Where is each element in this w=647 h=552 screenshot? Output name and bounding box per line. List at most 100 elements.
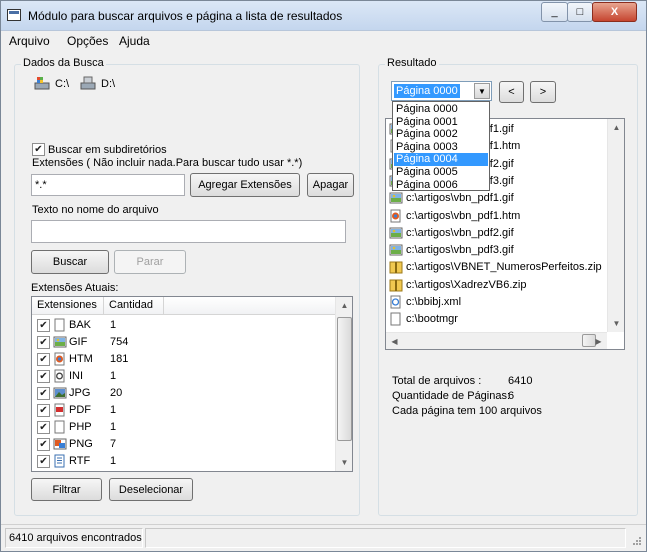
extension-checkbox[interactable] <box>37 421 50 434</box>
minimize-button[interactable]: _ <box>541 2 568 22</box>
extension-name: JPG <box>69 387 91 399</box>
extension-checkbox[interactable] <box>37 370 50 383</box>
column-extensiones[interactable]: Extensiones <box>32 297 104 315</box>
extension-count: 20 <box>110 387 123 399</box>
extension-checkbox[interactable] <box>37 336 50 349</box>
hard-drive-c-icon[interactable] <box>34 75 50 91</box>
total-files-label: Total de arquivos : <box>392 375 482 387</box>
zip-file-icon <box>389 278 403 292</box>
photo-file-icon <box>53 386 67 400</box>
drive-c-label[interactable]: C:\ <box>55 78 69 90</box>
extension-checkbox[interactable] <box>37 404 50 417</box>
file-list-item[interactable]: c:\artigos\vbn_pdf1.gif <box>386 190 607 207</box>
search-button[interactable]: Buscar <box>31 250 109 274</box>
extension-count: 1 <box>110 404 117 416</box>
resize-grip-icon[interactable] <box>630 536 642 548</box>
deselect-button[interactable]: Deselecionar <box>109 478 193 501</box>
extension-row[interactable]: SYS 2 <box>32 470 335 472</box>
extension-checkbox[interactable] <box>37 455 50 468</box>
image-file-icon <box>53 335 67 349</box>
next-page-button[interactable]: > <box>530 81 556 103</box>
page-option[interactable]: Página 0001 <box>394 116 488 129</box>
extension-count: 1 <box>110 319 117 331</box>
blank-file-icon <box>53 420 66 434</box>
file-list-item[interactable]: c:\artigos\VBNET_NumerosPerfeitos.zip <box>386 259 607 276</box>
extension-row[interactable]: JPG 20 <box>32 385 335 402</box>
extension-name: PDF <box>69 404 91 416</box>
extension-row[interactable]: PNG 7 <box>32 436 335 453</box>
pages-count-value: 6 <box>508 390 515 402</box>
xml-file-icon <box>389 295 402 309</box>
menu-opcoes[interactable]: Opções <box>67 34 108 48</box>
scroll-thumb[interactable] <box>337 317 352 441</box>
file-list-item[interactable]: c:\artigos\vbn_pdf1.htm <box>386 208 607 225</box>
file-name: c:\artigos\VBNET_NumerosPerfeitos.zip <box>406 261 602 274</box>
file-list-item[interactable]: c:\bbibj.xml <box>386 294 607 311</box>
search-group-title: Dados da Busca <box>21 57 106 69</box>
scroll-down-arrow-icon[interactable]: ▼ <box>336 454 352 471</box>
file-list-item[interactable]: c:\artigos\XadrezVB6.zip <box>386 277 607 294</box>
extension-row[interactable]: GIF 754 <box>32 334 335 351</box>
file-name: c:\artigos\vbn_pdf1.htm <box>406 209 521 222</box>
menu-arquivo[interactable]: Arquivo <box>9 34 50 48</box>
file-list-item[interactable]: c:\bootmgr <box>386 311 607 328</box>
results-scroll-right-icon[interactable]: ▶ <box>590 333 607 349</box>
status-pane-empty <box>145 528 626 548</box>
extension-checkbox[interactable] <box>37 438 50 451</box>
page-option[interactable]: Página 0002 <box>394 128 488 141</box>
extensions-input[interactable]: *.* <box>31 174 185 196</box>
add-extensions-button[interactable]: Agregar Extensões <box>190 173 300 197</box>
system-file-icon <box>53 471 66 472</box>
extensions-listview[interactable]: Extensiones Cantidad BAK 1 GIF 754 HTM 181 INI… <box>31 296 353 472</box>
page-select[interactable]: Página 0000 ▼ <box>391 81 492 101</box>
menu-ajuda[interactable]: Ajuda <box>119 34 150 48</box>
results-scroll-up-icon[interactable]: ▲ <box>608 119 624 136</box>
extension-row[interactable]: PHP 1 <box>32 419 335 436</box>
extension-name: PHP <box>69 421 92 433</box>
extension-count: 1 <box>110 455 117 467</box>
filename-input[interactable] <box>31 220 346 243</box>
clear-button[interactable]: Apagar <box>307 173 354 197</box>
results-vscrollbar[interactable]: ▲ ▼ <box>607 119 624 332</box>
results-scroll-down-icon[interactable]: ▼ <box>608 315 624 332</box>
stop-button: Parar <box>114 250 186 274</box>
extension-checkbox[interactable] <box>37 319 50 332</box>
html-file-icon <box>53 352 66 366</box>
scroll-up-arrow-icon[interactable]: ▲ <box>336 297 352 314</box>
maximize-button[interactable]: □ <box>567 2 593 22</box>
page-option[interactable]: Página 0006 <box>394 179 488 192</box>
extension-checkbox[interactable] <box>37 387 50 400</box>
extension-name: BAK <box>69 319 92 331</box>
page-option[interactable]: Página 0003 <box>394 141 488 154</box>
extension-name: GIF <box>69 336 88 348</box>
file-list-item[interactable]: c:\artigos\vbn_pdf3.gif <box>386 242 607 259</box>
file-list-item[interactable]: c:\artigos\vbn_pdf2.gif <box>386 225 607 242</box>
extensions-scrollbar[interactable]: ▲ ▼ <box>335 297 352 471</box>
page-option[interactable]: Página 0000 <box>394 103 488 116</box>
text-file-icon <box>53 454 66 468</box>
extension-row[interactable]: HTM 181 <box>32 351 335 368</box>
page-option[interactable]: Página 0005 <box>394 166 488 179</box>
extension-row[interactable]: RTF 1 <box>32 453 335 470</box>
filter-button[interactable]: Filtrar <box>31 478 102 501</box>
hard-drive-d-icon[interactable] <box>80 75 96 91</box>
status-text: 6410 arquivos encontrados <box>5 528 143 548</box>
drive-d-label[interactable]: D:\ <box>101 78 115 90</box>
close-button[interactable]: X <box>592 2 637 22</box>
subdirs-checkbox[interactable] <box>32 143 45 156</box>
column-cantidad[interactable]: Cantidad <box>104 297 164 315</box>
dropdown-arrow-icon[interactable]: ▼ <box>474 83 490 99</box>
extension-row[interactable]: PDF 1 <box>32 402 335 419</box>
results-hscrollbar[interactable]: ◀ ▶ <box>386 332 607 349</box>
extension-row[interactable]: INI 1 <box>32 368 335 385</box>
page-dropdown-list[interactable]: Página 0000 Página 0001 Página 0002 Página … <box>392 101 490 191</box>
prev-page-button[interactable]: < <box>499 81 524 103</box>
extension-count: 1 <box>110 370 117 382</box>
extension-row[interactable]: BAK 1 <box>32 317 335 334</box>
extension-checkbox[interactable] <box>37 353 50 366</box>
results-scroll-left-icon[interactable]: ◀ <box>386 333 403 349</box>
page-option[interactable]: Página 0004 <box>394 153 488 166</box>
title-bar[interactable]: Módulo para buscar arquivos e página a l… <box>1 1 646 31</box>
file-name: c:\artigos\vbn_pdf2.gif <box>406 226 514 239</box>
extensions-label: Extensões ( Não incluir nada.Para buscar… <box>32 157 303 169</box>
